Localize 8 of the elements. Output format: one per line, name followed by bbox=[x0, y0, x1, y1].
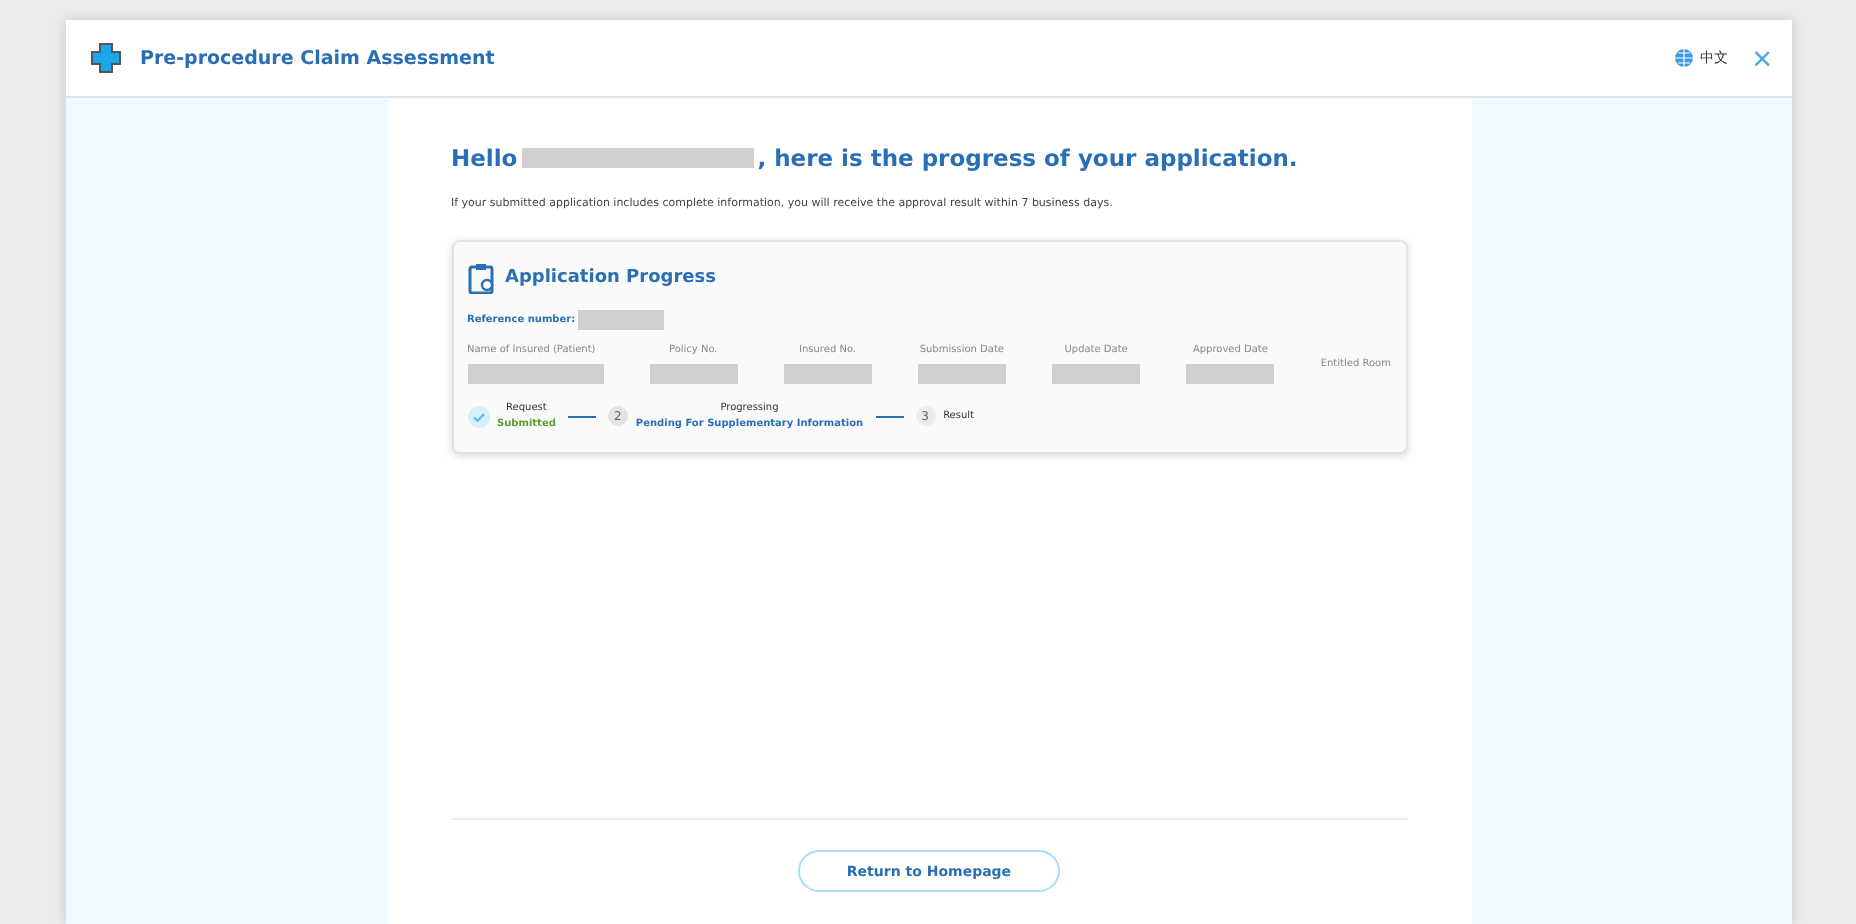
close-button[interactable]: × bbox=[1752, 41, 1772, 75]
window-title: Pre-procedure Claim Assessment bbox=[140, 47, 495, 69]
globe-icon bbox=[1674, 48, 1695, 68]
greeting-heading: Hello , here is the progress of your application. bbox=[451, 144, 1300, 172]
card-title: Application Progress bbox=[505, 268, 716, 288]
redaction-bar bbox=[577, 310, 664, 330]
cross-logo-icon bbox=[90, 42, 122, 74]
clipboard-icon bbox=[467, 262, 495, 294]
